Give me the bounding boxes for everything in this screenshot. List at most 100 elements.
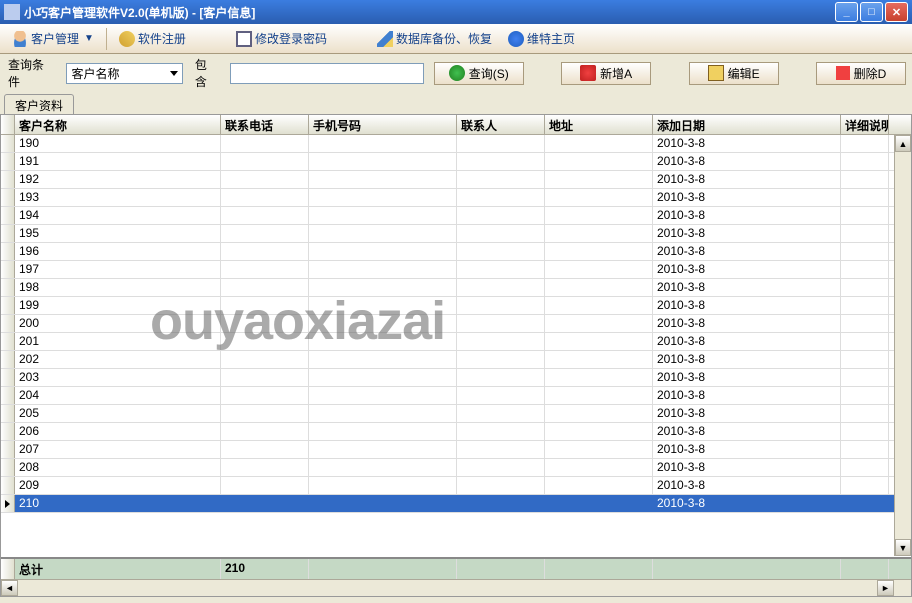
cell-contact bbox=[457, 405, 545, 422]
cell-date: 2010-3-8 bbox=[653, 243, 841, 260]
scroll-track[interactable] bbox=[18, 580, 877, 596]
cell-contact bbox=[457, 441, 545, 458]
col-mobile[interactable]: 手机号码 bbox=[309, 115, 457, 134]
table-row[interactable]: 1962010-3-8 bbox=[1, 243, 911, 261]
data-grid: 客户名称 联系电话 手机号码 联系人 地址 添加日期 详细说明 1902010-… bbox=[0, 114, 912, 597]
scroll-down-button[interactable]: ▼ bbox=[895, 539, 911, 556]
cell-contact bbox=[457, 315, 545, 332]
table-row[interactable]: 2082010-3-8 bbox=[1, 459, 911, 477]
row-indicator bbox=[1, 243, 15, 260]
delete-button[interactable]: 删除D bbox=[816, 62, 906, 85]
table-row[interactable]: 2032010-3-8 bbox=[1, 369, 911, 387]
table-row[interactable]: 2052010-3-8 bbox=[1, 405, 911, 423]
table-row[interactable]: 2062010-3-8 bbox=[1, 423, 911, 441]
table-row[interactable]: 1922010-3-8 bbox=[1, 171, 911, 189]
homepage-button[interactable]: 维特主页 bbox=[502, 28, 581, 49]
condition-combo[interactable]: 客户名称 bbox=[66, 63, 182, 84]
minimize-button[interactable]: _ bbox=[835, 2, 858, 22]
table-row[interactable]: 1982010-3-8 bbox=[1, 279, 911, 297]
table-row[interactable]: 2072010-3-8 bbox=[1, 441, 911, 459]
scroll-up-button[interactable]: ▲ bbox=[895, 135, 911, 152]
change-password-label: 修改登录密码 bbox=[255, 30, 327, 47]
cell-date: 2010-3-8 bbox=[653, 135, 841, 152]
vertical-scrollbar[interactable]: ▲ ▼ bbox=[894, 135, 911, 556]
cell-detail bbox=[841, 423, 889, 440]
customer-mgmt-menu[interactable]: 客户管理 ▼ bbox=[6, 28, 100, 49]
cell-contact bbox=[457, 477, 545, 494]
tab-strip: 客户资料 bbox=[0, 92, 912, 114]
table-row[interactable]: 2002010-3-8 bbox=[1, 315, 911, 333]
scroll-track[interactable] bbox=[895, 152, 911, 539]
cell-addr bbox=[545, 333, 653, 350]
col-addr[interactable]: 地址 bbox=[545, 115, 653, 134]
cell-contact bbox=[457, 369, 545, 386]
close-button[interactable]: ✕ bbox=[885, 2, 908, 22]
cell-detail bbox=[841, 297, 889, 314]
query-label: 查询(S) bbox=[469, 65, 509, 82]
cell-mobile bbox=[309, 459, 457, 476]
table-row[interactable]: 1952010-3-8 bbox=[1, 225, 911, 243]
cell-detail bbox=[841, 261, 889, 278]
maximize-button[interactable]: □ bbox=[860, 2, 883, 22]
cell-name: 205 bbox=[15, 405, 221, 422]
window-controls: _ □ ✕ bbox=[835, 2, 908, 22]
change-password-button[interactable]: 修改登录密码 bbox=[230, 28, 333, 49]
row-indicator bbox=[1, 369, 15, 386]
horizontal-scrollbar[interactable]: ◄ ► bbox=[1, 579, 911, 596]
table-row[interactable]: 201 2010-3-8 bbox=[1, 333, 911, 351]
cell-mobile bbox=[309, 477, 457, 494]
table-row[interactable]: 1992010-3-8 bbox=[1, 297, 911, 315]
cell-mobile bbox=[309, 405, 457, 422]
col-contact[interactable]: 联系人 bbox=[457, 115, 545, 134]
edit-button[interactable]: 编辑E bbox=[689, 62, 779, 85]
col-phone[interactable]: 联系电话 bbox=[221, 115, 309, 134]
cell-contact bbox=[457, 387, 545, 404]
cell-date: 2010-3-8 bbox=[653, 171, 841, 188]
cell-name: 191 bbox=[15, 153, 221, 170]
table-row[interactable]: 2042010-3-8 bbox=[1, 387, 911, 405]
cell-phone bbox=[221, 459, 309, 476]
cell-contact bbox=[457, 351, 545, 368]
cell-date: 2010-3-8 bbox=[653, 315, 841, 332]
backup-button[interactable]: 数据库备份、恢复 bbox=[371, 28, 498, 49]
cell-mobile bbox=[309, 207, 457, 224]
table-row[interactable]: 1942010-3-8 bbox=[1, 207, 911, 225]
grid-header: 客户名称 联系电话 手机号码 联系人 地址 添加日期 详细说明 bbox=[1, 115, 911, 135]
table-row[interactable]: 1972010-3-8 bbox=[1, 261, 911, 279]
chevron-down-icon bbox=[170, 71, 178, 76]
cell-addr bbox=[545, 495, 653, 512]
col-detail[interactable]: 详细说明 bbox=[841, 115, 889, 134]
scroll-left-button[interactable]: ◄ bbox=[1, 580, 18, 596]
cell-contact bbox=[457, 333, 545, 350]
row-indicator bbox=[1, 297, 15, 314]
table-row[interactable]: 1902010-3-8 bbox=[1, 135, 911, 153]
cell-phone bbox=[221, 297, 309, 314]
col-name[interactable]: 客户名称 bbox=[15, 115, 221, 134]
cell-phone bbox=[221, 423, 309, 440]
cell-date: 2010-3-8 bbox=[653, 207, 841, 224]
cell-addr bbox=[545, 225, 653, 242]
cell-date: 2010-3-8 bbox=[653, 423, 841, 440]
table-row[interactable]: 2022010-3-8 bbox=[1, 351, 911, 369]
cell-date: 2010-3-8 bbox=[653, 333, 841, 350]
cell-addr bbox=[545, 243, 653, 260]
table-row[interactable]: 1912010-3-8 bbox=[1, 153, 911, 171]
table-row[interactable]: 1932010-3-8 bbox=[1, 189, 911, 207]
cell-phone bbox=[221, 495, 309, 512]
scroll-right-button[interactable]: ► bbox=[877, 580, 894, 596]
query-button[interactable]: 查询(S) bbox=[434, 62, 524, 85]
cell-addr bbox=[545, 405, 653, 422]
search-input[interactable] bbox=[230, 63, 424, 84]
add-button[interactable]: 新增A bbox=[561, 62, 651, 85]
table-row[interactable]: 2092010-3-8 bbox=[1, 477, 911, 495]
cell-contact bbox=[457, 135, 545, 152]
tab-customer-data[interactable]: 客户资料 bbox=[4, 94, 74, 114]
cell-detail bbox=[841, 171, 889, 188]
delete-label: 删除D bbox=[854, 65, 887, 82]
table-row[interactable]: 2102010-3-8 bbox=[1, 495, 911, 513]
register-button[interactable]: 软件注册 bbox=[113, 28, 192, 49]
col-date[interactable]: 添加日期 bbox=[653, 115, 841, 134]
cell-name: 201 bbox=[15, 333, 221, 350]
go-icon bbox=[449, 65, 465, 81]
cell-phone bbox=[221, 171, 309, 188]
